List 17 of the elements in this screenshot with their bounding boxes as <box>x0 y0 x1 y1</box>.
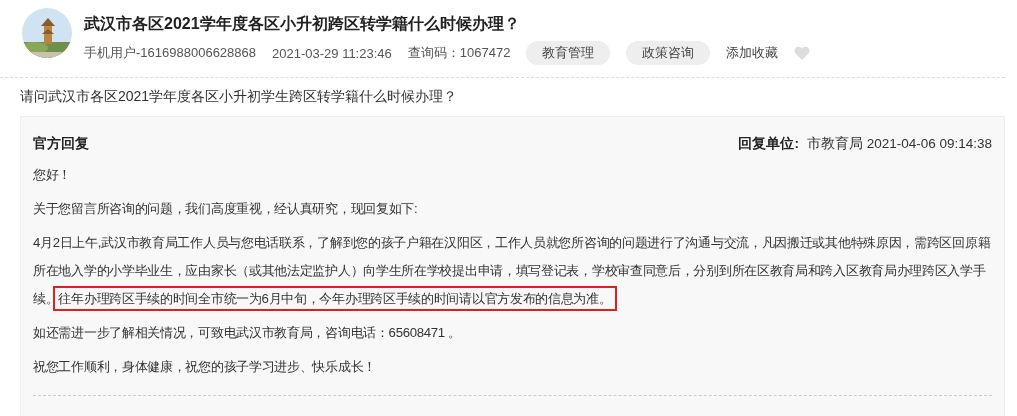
category-tag[interactable]: 政策咨询 <box>626 41 711 65</box>
post-time: 2021-03-29 11:23:46 <box>272 45 392 61</box>
unit-label: 回复单位: <box>738 135 799 153</box>
reply-paragraph: 您好！ <box>33 166 73 184</box>
query-code: 查询码：1067472 <box>407 44 511 62</box>
heart-icon[interactable] <box>794 46 811 60</box>
reply-paragraph: 4月2日上午,武汉市教育局工作人员与您电话联系，了解到您的孩子户籍在汉阳区，工作人员就您所咨询的问题进行了沟通与交流，凡因搬迁或其他特殊原因，需跨区回原籍所在地入学的小学毕业生，应由家长（或其他法定监护人）向学生所在学校提出申请，填写登记表，学校审查同意后，分别到所在区教育局和跨入区教育局办理跨区入学手续。往年办理跨区手续的时间全市统一为6月中旬，今年办理跨区手续的时间请以官方发布的信息为准。 <box>33 229 992 313</box>
reply-paragraph: 关于您留言所咨询的问题，我们高度重视，经认真研究，现回复如下: <box>33 200 419 218</box>
reply-unit: 市教育局 2021-04-06 09:14:38 <box>806 135 992 153</box>
author-name: 手机用户-1616988006628868 <box>84 44 256 62</box>
reply-paragraph: 如还需进一步了解相关情况，可致电武汉市教育局，咨询电话：65608471 。 <box>33 324 462 342</box>
question-text: 请问武汉市各区2021学年度各区小升初学生跨区转学籍什么时候办理？ <box>19 87 459 106</box>
favorite-link[interactable]: 添加收藏 <box>726 44 779 62</box>
post-title: 武汉市各区2021学年度各区小升初跨区转学籍什么时候办理？ <box>84 14 521 34</box>
category-tag[interactable]: 教育管理 <box>526 41 611 65</box>
reply-heading: 官方回复 <box>33 135 89 153</box>
reply-paragraph: 祝您工作顺利，身体健康，祝您的孩子学习进步、快乐成长！ <box>33 358 377 376</box>
